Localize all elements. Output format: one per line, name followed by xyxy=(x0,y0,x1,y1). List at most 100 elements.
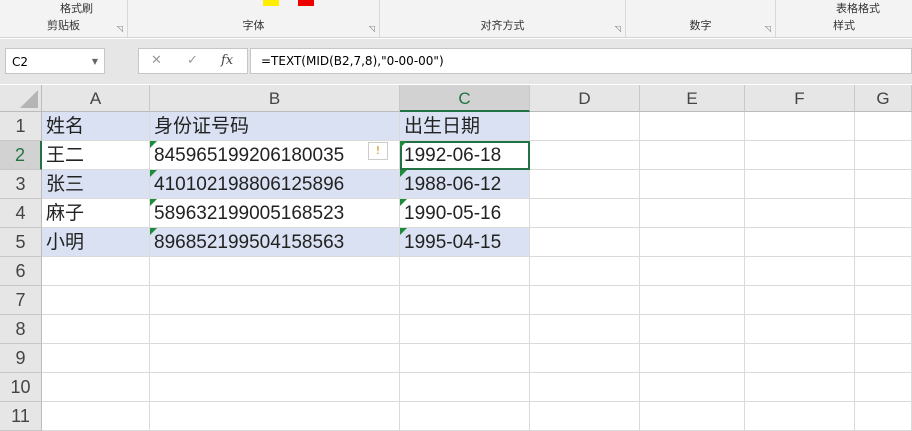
row-header-6[interactable]: 6 xyxy=(0,257,42,286)
cell[interactable] xyxy=(42,286,150,315)
cell[interactable] xyxy=(855,315,912,344)
cell[interactable] xyxy=(150,286,400,315)
cell[interactable]: 896852199504158563 xyxy=(150,228,400,257)
cell[interactable] xyxy=(855,199,912,228)
cell[interactable] xyxy=(42,257,150,286)
cell[interactable] xyxy=(530,257,640,286)
cell[interactable] xyxy=(745,170,855,199)
cell[interactable] xyxy=(855,141,912,170)
column-header-a[interactable]: A xyxy=(42,85,150,112)
cell[interactable]: 1990-05-16 xyxy=(400,199,530,228)
cell[interactable]: 1995-04-15 xyxy=(400,228,530,257)
cell[interactable] xyxy=(42,315,150,344)
cell[interactable] xyxy=(400,257,530,286)
cell[interactable]: 845965199206180035 xyxy=(150,141,400,170)
cell[interactable] xyxy=(855,257,912,286)
cell[interactable]: 姓名 xyxy=(42,112,150,141)
cell[interactable]: 身份证号码 xyxy=(150,112,400,141)
launcher-icon[interactable]: ◹ xyxy=(369,24,375,33)
enter-icon[interactable]: ✓ xyxy=(187,53,198,68)
cell[interactable]: 589632199005168523 xyxy=(150,199,400,228)
column-header-c[interactable]: C xyxy=(400,85,530,112)
cell[interactable] xyxy=(745,286,855,315)
row-header-1[interactable]: 1 xyxy=(0,112,42,141)
format-painter-button[interactable]: 格式刷 xyxy=(60,0,93,16)
row-header-10[interactable]: 10 xyxy=(0,373,42,402)
cell[interactable] xyxy=(530,344,640,373)
cell[interactable] xyxy=(150,344,400,373)
cell[interactable] xyxy=(855,170,912,199)
cell[interactable] xyxy=(745,402,855,431)
column-header-e[interactable]: E xyxy=(640,85,745,112)
column-header-b[interactable]: B xyxy=(150,85,400,112)
cell[interactable] xyxy=(640,257,745,286)
cell[interactable] xyxy=(745,315,855,344)
row-header-4[interactable]: 4 xyxy=(0,199,42,228)
cell[interactable] xyxy=(150,257,400,286)
format-as-table-button[interactable]: 表格格式 xyxy=(836,0,880,16)
cell[interactable] xyxy=(640,170,745,199)
cell[interactable] xyxy=(150,315,400,344)
cell[interactable]: 王二 xyxy=(42,141,150,170)
cell[interactable] xyxy=(745,257,855,286)
cell[interactable] xyxy=(855,112,912,141)
cell[interactable]: 1992-06-18 xyxy=(400,141,530,170)
cell[interactable] xyxy=(530,170,640,199)
column-header-d[interactable]: D xyxy=(530,85,640,112)
cell[interactable] xyxy=(855,402,912,431)
cell[interactable] xyxy=(745,373,855,402)
launcher-icon[interactable]: ◹ xyxy=(615,24,621,33)
cell[interactable] xyxy=(400,315,530,344)
cell[interactable] xyxy=(640,402,745,431)
chevron-down-icon[interactable]: ▼ xyxy=(92,49,98,75)
cell[interactable] xyxy=(530,286,640,315)
cell[interactable] xyxy=(530,141,640,170)
launcher-icon[interactable]: ◹ xyxy=(117,24,123,33)
cell[interactable] xyxy=(150,373,400,402)
cell[interactable] xyxy=(745,344,855,373)
highlight-color-icon[interactable] xyxy=(263,0,279,6)
cell[interactable] xyxy=(640,199,745,228)
cell[interactable] xyxy=(745,112,855,141)
cell[interactable] xyxy=(640,344,745,373)
cell[interactable] xyxy=(530,402,640,431)
cell[interactable] xyxy=(42,373,150,402)
cell[interactable]: 出生日期 xyxy=(400,112,530,141)
cell[interactable] xyxy=(640,315,745,344)
select-all-button[interactable] xyxy=(0,85,42,112)
row-header-3[interactable]: 3 xyxy=(0,170,42,199)
cell[interactable] xyxy=(150,402,400,431)
row-header-9[interactable]: 9 xyxy=(0,344,42,373)
row-header-2[interactable]: 2 xyxy=(0,141,42,170)
cell[interactable] xyxy=(42,344,150,373)
cell[interactable] xyxy=(745,141,855,170)
cell[interactable]: 410102198806125896 xyxy=(150,170,400,199)
cell[interactable]: 1988-06-12 xyxy=(400,170,530,199)
name-box[interactable]: C2 ▼ xyxy=(5,48,105,74)
cell[interactable] xyxy=(640,141,745,170)
column-header-g[interactable]: G xyxy=(855,85,912,112)
cell[interactable] xyxy=(640,228,745,257)
font-color-icon[interactable] xyxy=(298,0,314,6)
cell[interactable] xyxy=(640,373,745,402)
cell[interactable]: 张三 xyxy=(42,170,150,199)
cell[interactable] xyxy=(855,286,912,315)
cell[interactable] xyxy=(855,344,912,373)
cell[interactable] xyxy=(530,199,640,228)
cell[interactable] xyxy=(640,112,745,141)
cancel-icon[interactable]: ✕ xyxy=(151,53,162,68)
error-warning-icon[interactable]: ! xyxy=(368,142,388,160)
cell[interactable] xyxy=(530,373,640,402)
cell[interactable] xyxy=(855,373,912,402)
cell[interactable] xyxy=(42,402,150,431)
cell[interactable] xyxy=(400,402,530,431)
cell[interactable] xyxy=(530,112,640,141)
row-header-7[interactable]: 7 xyxy=(0,286,42,315)
cell[interactable] xyxy=(530,228,640,257)
cell[interactable]: 小明 xyxy=(42,228,150,257)
cell[interactable]: 麻子 xyxy=(42,199,150,228)
cell[interactable] xyxy=(530,315,640,344)
cell[interactable] xyxy=(400,373,530,402)
insert-function-icon[interactable]: fx xyxy=(221,53,233,68)
cell[interactable] xyxy=(400,286,530,315)
